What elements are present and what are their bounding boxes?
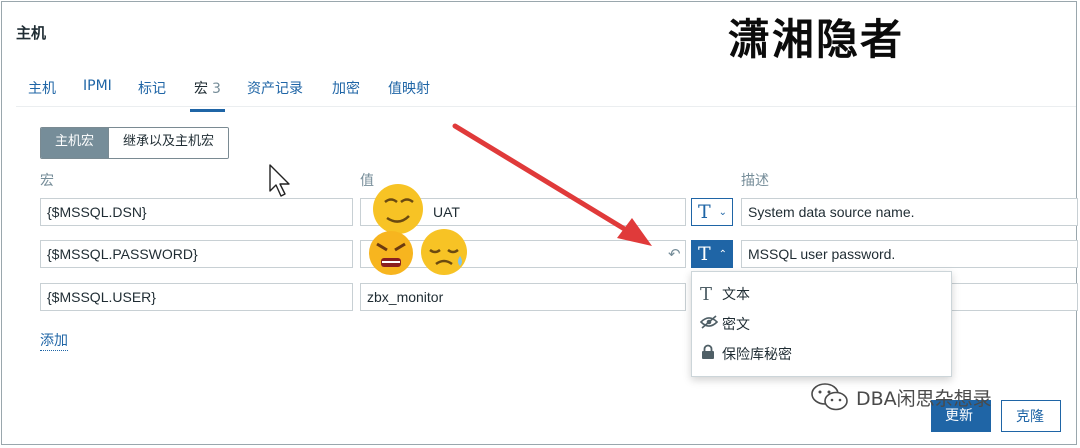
angry-emoji-icon [369,231,413,275]
annotation-arrow [452,123,652,246]
sad-emoji-icon [421,229,467,275]
